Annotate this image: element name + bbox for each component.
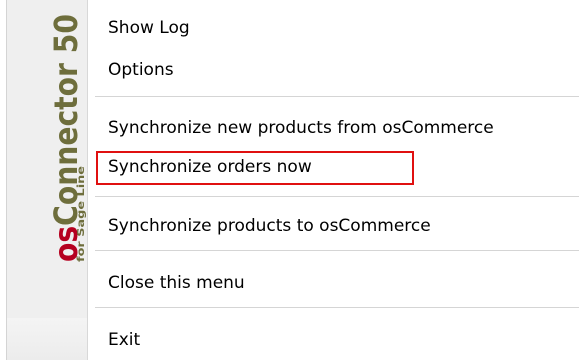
menu-item-exit[interactable]: Exit <box>108 330 140 350</box>
menu-separator <box>95 307 579 308</box>
svg-text:for Sage Line: for Sage Line <box>76 166 87 262</box>
brand-side-strip: osConnector 50 for Sage Line <box>6 0 88 360</box>
menu-item-show-log[interactable]: Show Log <box>108 18 190 38</box>
menu-item-sync-new-products[interactable]: Synchronize new products from osCommerce <box>108 118 494 138</box>
menu-item-sync-orders-now[interactable]: Synchronize orders now <box>108 157 312 177</box>
menu-item-close-menu[interactable]: Close this menu <box>108 273 245 293</box>
menu-separator <box>95 250 579 251</box>
menu-separator <box>95 96 579 97</box>
osconnector-logo: osConnector 50 for Sage Line <box>47 14 87 262</box>
menu-separator <box>95 196 579 197</box>
menu-item-sync-products-to-oscommerce[interactable]: Synchronize products to osCommerce <box>108 216 431 236</box>
menu-item-options[interactable]: Options <box>108 60 174 80</box>
context-menu: osConnector 50 for Sage Line Show Log Op… <box>0 0 579 360</box>
